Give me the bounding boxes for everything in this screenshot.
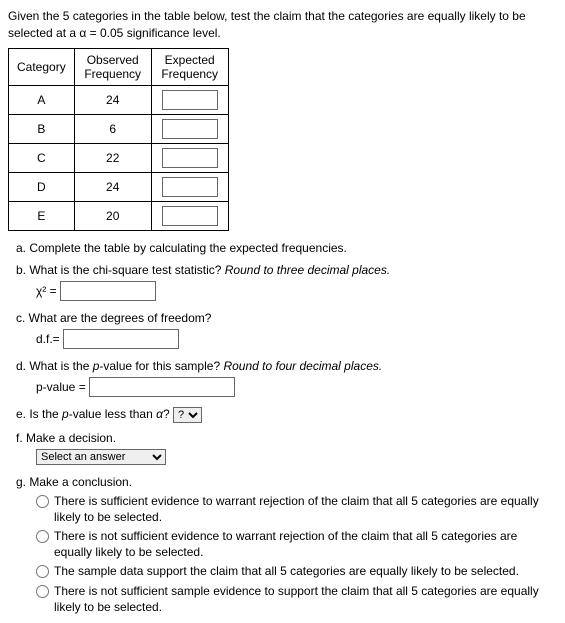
question-e: e. Is the p-value less than α? ? <box>16 407 557 423</box>
conclusion-radio-1[interactable] <box>36 495 49 508</box>
header-expected: Expected Frequency <box>151 48 228 85</box>
qd-b: -value for this sample? <box>99 359 223 373</box>
df-row: d.f.= <box>36 329 557 349</box>
qe-b: -value less than <box>69 407 156 421</box>
conclusion-radio-2[interactable] <box>36 530 49 543</box>
qe-p: p <box>62 407 69 421</box>
obs-cell: 24 <box>74 85 151 114</box>
pvalue-row: p-value = <box>36 377 557 397</box>
conclusion-label-1: There is sufficient evidence to warrant … <box>54 493 557 525</box>
df-input[interactable] <box>63 329 179 349</box>
chi-square-input[interactable] <box>60 281 156 301</box>
qe-c: ? <box>163 407 173 421</box>
qd-a: d. What is the <box>16 359 93 373</box>
chi-label: χ² = <box>36 284 60 298</box>
cat-cell: D <box>9 172 75 201</box>
cat-cell: C <box>9 143 75 172</box>
qd-italic: Round to four decimal places. <box>223 359 382 373</box>
expected-input[interactable] <box>162 148 218 168</box>
problem-statement: Given the 5 categories in the table belo… <box>8 8 557 42</box>
qe-a: e. Is the <box>16 407 62 421</box>
qb-text: b. What is the chi-square test statistic… <box>16 263 225 277</box>
conclusion-label-2: There is not sufficient evidence to warr… <box>54 528 557 560</box>
question-b: b. What is the chi-square test statistic… <box>16 263 557 277</box>
compare-select[interactable]: ? <box>173 407 202 423</box>
df-label: d.f.= <box>36 332 63 346</box>
cat-cell: B <box>9 114 75 143</box>
cat-cell: A <box>9 85 75 114</box>
conclusion-radio-3[interactable] <box>36 565 49 578</box>
header-category: Category <box>9 48 75 85</box>
question-d: d. What is the p-value for this sample? … <box>16 359 557 373</box>
intro-text-b: significance level. <box>123 26 220 40</box>
question-g: g. Make a conclusion. <box>16 475 557 489</box>
pvalue-label: p-value = <box>36 380 89 394</box>
question-f: f. Make a decision. <box>16 431 557 445</box>
expected-input[interactable] <box>162 177 218 197</box>
expected-input[interactable] <box>162 119 218 139</box>
alpha-text: α = 0.05 <box>79 26 123 40</box>
obs-cell: 6 <box>74 114 151 143</box>
decision-select[interactable]: Select an answer <box>36 449 166 465</box>
chi-row: χ² = <box>36 281 557 301</box>
header-observed: Observed Frequency <box>74 48 151 85</box>
expected-input[interactable] <box>162 90 218 110</box>
qb-italic: Round to three decimal places. <box>225 263 390 277</box>
obs-cell: 22 <box>74 143 151 172</box>
conclusion-label-3: The sample data support the claim that a… <box>54 563 557 579</box>
table-row: A24 <box>9 85 229 114</box>
table-row: D24 <box>9 172 229 201</box>
obs-cell: 20 <box>74 201 151 230</box>
expected-input[interactable] <box>162 206 218 226</box>
table-row: E20 <box>9 201 229 230</box>
question-c: c. What are the degrees of freedom? <box>16 311 557 325</box>
cat-cell: E <box>9 201 75 230</box>
question-a: a. Complete the table by calculating the… <box>16 241 557 255</box>
obs-cell: 24 <box>74 172 151 201</box>
conclusion-label-4: There is not sufficient sample evidence … <box>54 583 557 615</box>
table-row: B6 <box>9 114 229 143</box>
pvalue-input[interactable] <box>89 377 235 397</box>
frequency-table: Category Observed Frequency Expected Fre… <box>8 48 229 231</box>
conclusion-radio-4[interactable] <box>36 585 49 598</box>
qe-alpha: α <box>156 407 163 421</box>
table-row: C22 <box>9 143 229 172</box>
